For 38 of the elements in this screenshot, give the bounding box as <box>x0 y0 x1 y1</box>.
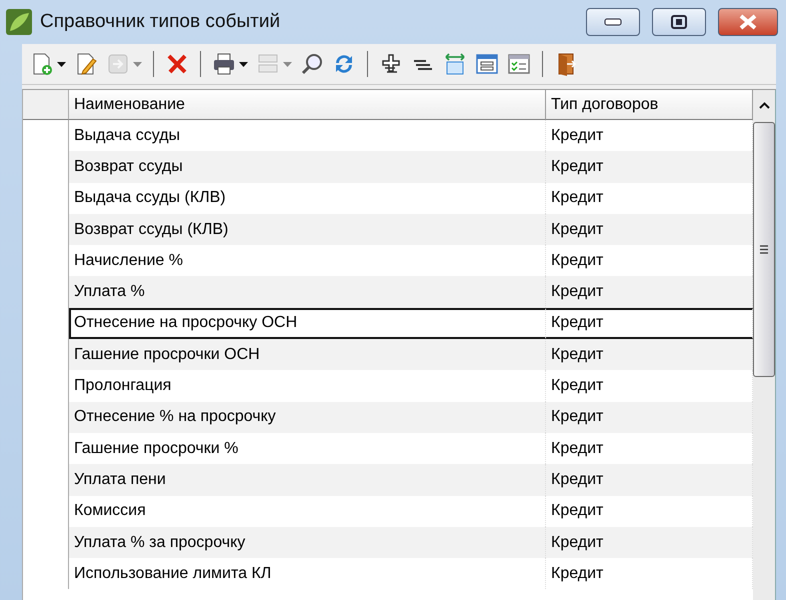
column-header[interactable]: Наименование <box>69 90 546 120</box>
forward-icon <box>106 52 130 76</box>
search-icon <box>300 52 324 76</box>
table-cell: Кредит <box>546 558 753 590</box>
fit-columns-icon <box>443 52 467 76</box>
table-cell: Отнесение на просрочку ОСН <box>69 308 546 340</box>
delete-icon <box>165 52 189 76</box>
vertical-scrollbar[interactable] <box>753 90 776 600</box>
table-row[interactable]: Начисление % Кредит <box>23 245 753 276</box>
grip-icon <box>760 245 768 254</box>
scroll-thumb[interactable] <box>753 122 775 377</box>
window-title: Справочник типов событий <box>40 11 282 33</box>
close-button[interactable] <box>718 8 778 36</box>
table-row[interactable]: Возврат ссуды (КЛВ) Кредит <box>23 214 753 246</box>
maximize-button[interactable] <box>652 8 706 36</box>
table-row[interactable]: Отнесение % на просрочку Кредит <box>23 402 753 433</box>
minimize-icon <box>604 18 622 26</box>
table-cell: Кредит <box>546 276 753 308</box>
table-row[interactable]: Выдача ссуды (КЛВ) Кредит <box>23 182 753 214</box>
table-row[interactable]: Гашение просрочки ОСН Кредит <box>23 339 753 370</box>
checklist-window-icon <box>507 52 531 76</box>
printer-icon <box>212 52 236 76</box>
table-row[interactable]: Гашение просрочки % Кредит <box>23 432 753 464</box>
table-row[interactable]: Уплата % за просрочку Кредит <box>23 526 753 558</box>
minimize-button[interactable] <box>586 8 640 36</box>
form-window-icon <box>475 52 499 76</box>
table-row[interactable]: Комиссия Кредит <box>23 496 753 527</box>
scroll-up-icon[interactable] <box>758 102 770 108</box>
column-header[interactable]: Тип договоров <box>546 90 753 120</box>
table-row[interactable]: Уплата % Кредит <box>23 276 753 308</box>
table-row[interactable]: Возврат ссуды Кредит <box>23 151 753 183</box>
close-icon <box>738 14 758 30</box>
table-cell: Использование лимита КЛ <box>69 558 546 590</box>
table-row[interactable]: Выдача ссуды Кредит <box>23 120 753 152</box>
table-cell: Уплата % <box>69 276 546 308</box>
table-row[interactable]: Уплата пени Кредит <box>23 464 753 496</box>
maximize-icon <box>671 15 687 29</box>
app-leaf-icon <box>6 9 32 35</box>
